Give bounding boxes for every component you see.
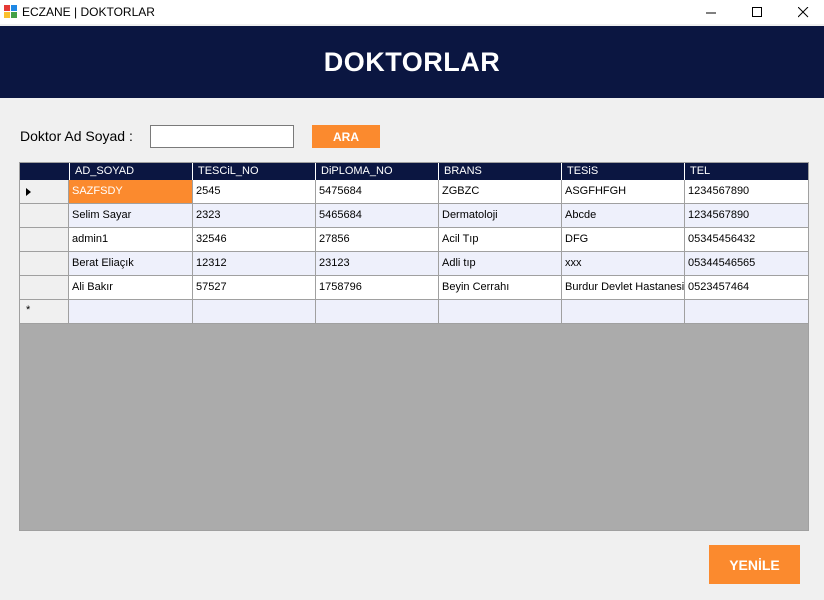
table-cell[interactable]: Abcde bbox=[562, 204, 685, 228]
table-cell[interactable]: 0523457464 bbox=[685, 276, 808, 300]
column-header-brans[interactable]: BRANS bbox=[439, 163, 562, 180]
table-cell[interactable]: Selim Sayar bbox=[69, 204, 193, 228]
table-cell[interactable]: 1234567890 bbox=[685, 180, 808, 204]
table-cell[interactable] bbox=[316, 300, 439, 324]
table-cell[interactable]: 05345456432 bbox=[685, 228, 808, 252]
app-icon bbox=[4, 5, 18, 19]
table-cell[interactable]: 05344546565 bbox=[685, 252, 808, 276]
row-header[interactable] bbox=[20, 252, 69, 276]
row-header-corner bbox=[20, 163, 70, 180]
table-cell[interactable]: 5475684 bbox=[316, 180, 439, 204]
table-cell[interactable]: Berat Eliaçık bbox=[69, 252, 193, 276]
refresh-button[interactable]: YENİLE bbox=[709, 545, 800, 584]
column-header-tescil-no[interactable]: TESCiL_NO bbox=[193, 163, 316, 180]
maximize-icon bbox=[751, 6, 762, 17]
table-row[interactable]: SAZFSDY 2545 5475684 ZGBZC ASGFHFGH 1234… bbox=[20, 180, 808, 204]
minimize-button[interactable] bbox=[688, 0, 734, 24]
close-button[interactable] bbox=[780, 0, 824, 24]
table-row[interactable]: Selim Sayar 2323 5465684 Dermatoloji Abc… bbox=[20, 204, 808, 228]
table-cell[interactable]: 27856 bbox=[316, 228, 439, 252]
title-bar: ECZANE | DOKTORLAR bbox=[0, 0, 824, 24]
table-cell[interactable]: 32546 bbox=[193, 228, 316, 252]
table-cell[interactable]: Burdur Devlet Hastanesi bbox=[562, 276, 685, 300]
table-cell[interactable]: ASGFHFGH bbox=[562, 180, 685, 204]
row-header[interactable] bbox=[20, 204, 69, 228]
column-header-tel[interactable]: TEL bbox=[685, 163, 808, 180]
minimize-icon bbox=[705, 12, 716, 13]
table-cell[interactable] bbox=[69, 300, 193, 324]
table-cell[interactable]: Acil Tıp bbox=[439, 228, 562, 252]
table-cell[interactable]: Adli tıp bbox=[439, 252, 562, 276]
search-label: Doktor Ad Soyad : bbox=[20, 128, 133, 144]
table-cell[interactable]: admin1 bbox=[69, 228, 193, 252]
doctors-data-grid[interactable]: AD_SOYAD TESCiL_NO DiPLOMA_NO BRANS TESi… bbox=[19, 162, 809, 531]
current-row-arrow-icon bbox=[26, 188, 31, 196]
maximize-button[interactable] bbox=[734, 0, 780, 24]
row-header[interactable] bbox=[20, 276, 69, 300]
window-title: ECZANE | DOKTORLAR bbox=[22, 5, 155, 19]
new-table-row[interactable]: * bbox=[20, 300, 808, 324]
table-cell[interactable] bbox=[193, 300, 316, 324]
doctor-name-search-input[interactable] bbox=[150, 125, 294, 148]
table-cell[interactable]: Ali Bakır bbox=[69, 276, 193, 300]
table-row[interactable]: Berat Eliaçık 12312 23123 Adli tıp xxx 0… bbox=[20, 252, 808, 276]
table-cell[interactable] bbox=[685, 300, 808, 324]
table-cell[interactable]: SAZFSDY bbox=[69, 180, 193, 204]
grid-header: AD_SOYAD TESCiL_NO DiPLOMA_NO BRANS TESi… bbox=[20, 163, 808, 180]
column-header-tesis[interactable]: TESiS bbox=[562, 163, 685, 180]
row-header[interactable] bbox=[20, 228, 69, 252]
column-header-ad-soyad[interactable]: AD_SOYAD bbox=[70, 163, 193, 180]
table-cell[interactable]: 5465684 bbox=[316, 204, 439, 228]
table-cell[interactable]: DFG bbox=[562, 228, 685, 252]
table-cell[interactable]: 12312 bbox=[193, 252, 316, 276]
row-header[interactable] bbox=[20, 180, 69, 204]
close-icon bbox=[797, 6, 808, 17]
table-cell[interactable]: Beyin Cerrahı bbox=[439, 276, 562, 300]
row-header[interactable]: * bbox=[20, 300, 69, 324]
page-title: DOKTORLAR bbox=[323, 46, 501, 77]
table-cell[interactable]: xxx bbox=[562, 252, 685, 276]
search-button[interactable]: ARA bbox=[312, 125, 380, 148]
table-cell[interactable]: 1234567890 bbox=[685, 204, 808, 228]
table-cell[interactable] bbox=[562, 300, 685, 324]
table-cell[interactable]: 2545 bbox=[193, 180, 316, 204]
column-header-diploma-no[interactable]: DiPLOMA_NO bbox=[316, 163, 439, 180]
table-cell[interactable]: Dermatoloji bbox=[439, 204, 562, 228]
table-cell[interactable]: 1758796 bbox=[316, 276, 439, 300]
table-cell[interactable]: 23123 bbox=[316, 252, 439, 276]
table-row[interactable]: admin1 32546 27856 Acil Tıp DFG 05345456… bbox=[20, 228, 808, 252]
new-row-star-icon: * bbox=[26, 304, 31, 316]
header-banner: DOKTORLAR bbox=[0, 26, 824, 98]
table-cell[interactable]: 57527 bbox=[193, 276, 316, 300]
table-cell[interactable]: ZGBZC bbox=[439, 180, 562, 204]
table-cell[interactable]: 2323 bbox=[193, 204, 316, 228]
table-cell[interactable] bbox=[439, 300, 562, 324]
table-row[interactable]: Ali Bakır 57527 1758796 Beyin Cerrahı Bu… bbox=[20, 276, 808, 300]
